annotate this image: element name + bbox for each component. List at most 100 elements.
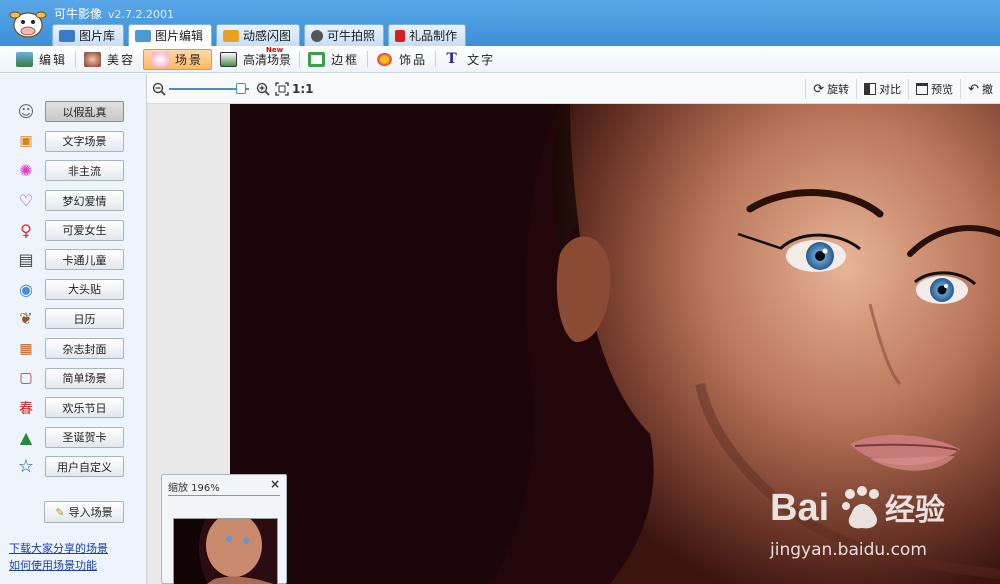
scene-button-romance[interactable]: 梦幻爱情 [45,190,124,212]
book-icon: ▤ [18,250,34,270]
rotate-button[interactable]: ⟳ 旋转 [805,79,856,99]
import-label: 导入场景 [68,506,113,519]
zoom-navigator-panel: 缩放 196% × [161,474,287,584]
watermark-url: jingyan.baidu.com [770,540,927,560]
female-icon: ♀ [20,220,32,240]
scene-button-calendar[interactable]: 日历 [45,308,124,330]
scene-item: 春欢乐节日 [0,393,147,423]
scene-button-custom[interactable]: 用户自定义 [45,456,124,478]
zoom-slider-thumb[interactable] [236,83,246,94]
how-to-use-link[interactable]: 如何使用场景功能 [9,557,97,573]
tool-edit[interactable]: 编辑 [8,49,75,70]
compare-button[interactable]: 对比 [856,79,908,99]
tab-label: 图片编辑 [155,29,204,43]
title-bar: 可牛影像 v2.7.2.2001 图片库 图片编辑 动感闪图 可牛拍照 礼品制作 [0,0,1000,46]
scene-item: ▤ 卡通儿童 [0,245,147,275]
hd-scene-icon [220,51,238,67]
tab-label: 可牛拍照 [327,29,376,43]
scene-button-text[interactable]: 文字场景 [45,130,124,152]
compare-label: 对比 [879,83,902,96]
scene-button-realistic[interactable]: 以假乱真 [45,101,124,123]
scene-item: ◉ 大头贴 [0,275,147,305]
cow-logo-icon [9,11,47,38]
scene-item: ☆ 用户自定义 [0,452,147,482]
scene-item: ♡ 梦幻爱情 [0,186,147,216]
image-edit-icon [135,29,152,42]
tab-label: 动感闪图 [243,29,292,43]
zoom-navigator-thumbnail[interactable] [173,518,278,584]
sparkle-icon: ✺ [19,161,33,181]
zoom-panel-divider [168,495,280,496]
tab-image-edit[interactable]: 图片编辑 [128,24,213,46]
tab-gallery[interactable]: 图片库 [52,24,125,46]
scene-item: ❦ 日历 [0,304,147,334]
tool-label: 文字 [467,52,496,67]
edit-toolbar: 编辑 美容 场景 高清场景 New 边框 饰品 T 文字 [0,46,1000,73]
scene-item: ▦ 杂志封面 [0,334,147,364]
tool-label: 场景 [175,52,204,67]
scene-list: ☺ 以假乱真 ▣ 文字场景 ✺ 非主流 ♡ 梦幻爱情 ♀ 可爱女生 ▤ 卡通儿童 ◉ 大头贴 … [0,97,147,482]
scene-button-magazine[interactable]: 杂志封面 [45,338,124,360]
actual-size-button[interactable]: 1:1 [292,82,314,96]
preview-icon [916,83,929,95]
scene-button-sticker[interactable]: 大头贴 [45,278,124,300]
tool-beauty[interactable]: 美容 [76,49,143,70]
gift-icon [395,29,406,42]
dog-icon: ❦ [19,309,33,329]
calendar-icon: ▦ [19,340,33,357]
star-icon: ☆ [17,456,35,478]
face-icon [84,51,102,67]
scene-item: ✺ 非主流 [0,156,147,186]
download-scenes-link[interactable]: 下载大家分享的场景 [9,540,108,556]
tool-label: 边框 [331,52,360,67]
scene-item: ▣ 文字场景 [0,127,147,157]
webcam-icon [311,29,324,42]
rotate-icon: ⟳ [813,81,825,97]
new-badge: New [266,45,284,54]
scene-item: ▲ 圣诞贺卡 [0,423,147,453]
undo-button[interactable]: ↶ 撤 [960,79,1000,99]
heart-icon: ♡ [18,191,34,211]
girl-portrait-icon: ◉ [19,279,33,299]
scene-sidebar: ☺ 以假乱真 ▣ 文字场景 ✺ 非主流 ♡ 梦幻爱情 ♀ 可爱女生 ▤ 卡通儿童 ◉ 大头贴 … [0,74,147,584]
import-scene-button[interactable]: ✎ 导入场景 [44,501,124,523]
tool-label: 饰品 [399,52,428,67]
scene-button-alternative[interactable]: 非主流 [45,160,124,182]
close-icon[interactable]: × [270,477,280,491]
scene-item: ☺ 以假乱真 [0,97,147,127]
text-frame-icon: ▣ [19,133,33,150]
zoom-out-icon[interactable] [152,82,166,96]
undo-icon: ↶ [968,81,979,97]
scene-item: ♀ 可爱女生 [0,215,147,245]
scene-icon [152,51,170,67]
scene-button-cute-girl[interactable]: 可爱女生 [45,219,124,241]
scene-item: ▢ 简单场景 [0,363,147,393]
preview-label: 预览 [931,83,954,96]
tab-gift[interactable]: 礼品制作 [388,24,467,46]
app-title: 可牛影像 v2.7.2.2001 [54,5,174,22]
scene-button-cartoon[interactable]: 卡通儿童 [45,249,124,271]
zoom-in-icon[interactable] [256,82,270,96]
scene-button-simple[interactable]: 简单场景 [45,367,124,389]
fit-window-icon[interactable] [275,82,289,96]
tool-hd-scene[interactable]: 高清场景 New [212,45,299,70]
landscape-icon [16,51,33,67]
tool-text[interactable]: T 文字 [436,49,503,70]
tool-accessory[interactable]: 饰品 [368,49,435,70]
compare-icon [864,83,877,95]
zoom-bar: 1:1 ⟳ 旋转 对比 预览 ↶ 撤 [147,74,1000,104]
watermark-brand: Bai [770,487,829,529]
import-icon: ✎ [55,505,65,519]
tool-label: 美容 [107,52,136,67]
main-tabs: 图片库 图片编辑 动感闪图 可牛拍照 礼品制作 [52,24,467,46]
scene-button-christmas[interactable]: 圣诞贺卡 [45,426,124,448]
tab-flash-gif[interactable]: 动感闪图 [216,24,301,46]
tool-border[interactable]: 边框 [300,49,367,70]
tool-scene[interactable]: 场景 [143,48,213,70]
preview-button[interactable]: 预览 [908,79,960,99]
tab-label: 图片库 [79,29,116,43]
flower-icon [376,51,394,67]
scene-button-festival[interactable]: 欢乐节日 [45,397,124,419]
zoom-panel-title: 缩放 196% [168,483,220,494]
tab-camera[interactable]: 可牛拍照 [304,24,385,46]
